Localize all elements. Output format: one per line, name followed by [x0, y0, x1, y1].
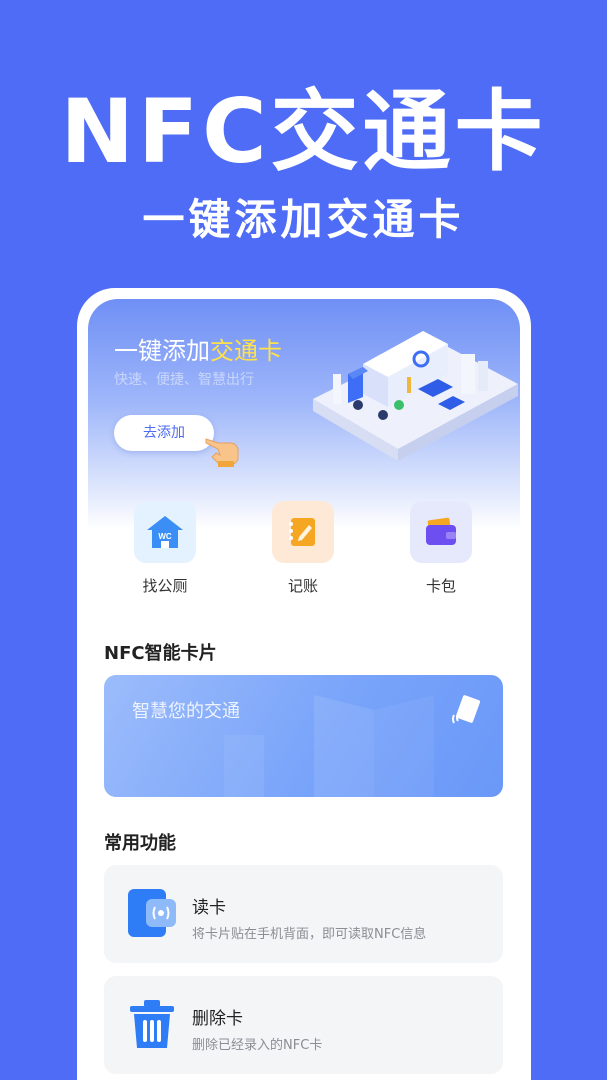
quick-action-label: 记账 — [287, 577, 318, 595]
phone-frame: 一键添加交通卡 快速、便捷、智慧出行 去添加 WC 找公厕 记账 卡包 NFC智… — [77, 288, 531, 1080]
quick-action-label: 卡包 — [425, 577, 456, 595]
toilet-house-icon: WC — [147, 516, 183, 548]
truck-illustration — [313, 331, 518, 461]
add-card-button[interactable]: 去添加 — [114, 415, 214, 451]
wallet-tile — [410, 501, 472, 563]
nfc-card-text: 智慧您的交通 — [132, 701, 240, 722]
banner-title-highlight: 交通卡 — [210, 337, 282, 365]
banner-subtitle: 快速、便捷、智慧出行 — [114, 372, 254, 388]
promo-title: NFC交通卡 — [60, 80, 547, 183]
read-card-item[interactable]: 读卡 将卡片贴在手机背面，即可读取NFC信息 — [104, 865, 503, 963]
common-section-title: 常用功能 — [104, 833, 176, 854]
card-background-decoration — [224, 695, 434, 797]
quick-action-toilet[interactable]: WC 找公厕 — [120, 501, 210, 596]
banner-title: 一键添加交通卡 — [114, 331, 282, 366]
delete-card-item[interactable]: 删除卡 删除已经录入的NFC卡 — [104, 976, 503, 1074]
banner-title-prefix: 一键添加 — [114, 337, 210, 365]
bookkeeping-tile — [272, 501, 334, 563]
trash-icon — [130, 1000, 174, 1048]
quick-action-label: 找公厕 — [142, 577, 188, 595]
card-tap-icon — [452, 695, 480, 724]
hero-banner: 一键添加交通卡 快速、便捷、智慧出行 去添加 — [88, 299, 520, 529]
read-card-desc: 将卡片贴在手机背面，即可读取NFC信息 — [192, 927, 427, 942]
nfc-section-title: NFC智能卡片 — [104, 643, 217, 664]
pointing-hand-icon — [205, 438, 239, 467]
quick-actions: WC 找公厕 记账 卡包 — [88, 501, 520, 601]
app-screen: 一键添加交通卡 快速、便捷、智慧出行 去添加 WC 找公厕 记账 卡包 NFC智… — [88, 299, 520, 1080]
quick-action-bookkeeping[interactable]: 记账 — [258, 501, 348, 596]
delete-card-name: 删除卡 — [192, 1009, 243, 1029]
notebook-pencil-icon — [289, 518, 315, 546]
quick-action-wallet[interactable]: 卡包 — [396, 501, 486, 596]
promo-subtitle: 一键添加交通卡 — [142, 195, 465, 244]
toilet-tile: WC — [134, 501, 196, 563]
nfc-smart-card[interactable]: 智慧您的交通 — [104, 675, 503, 797]
nfc-reader-icon — [128, 889, 176, 937]
delete-card-desc: 删除已经录入的NFC卡 — [192, 1038, 323, 1053]
wallet-icon — [426, 517, 456, 545]
wc-badge: WC — [158, 532, 172, 541]
read-card-name: 读卡 — [192, 898, 226, 918]
